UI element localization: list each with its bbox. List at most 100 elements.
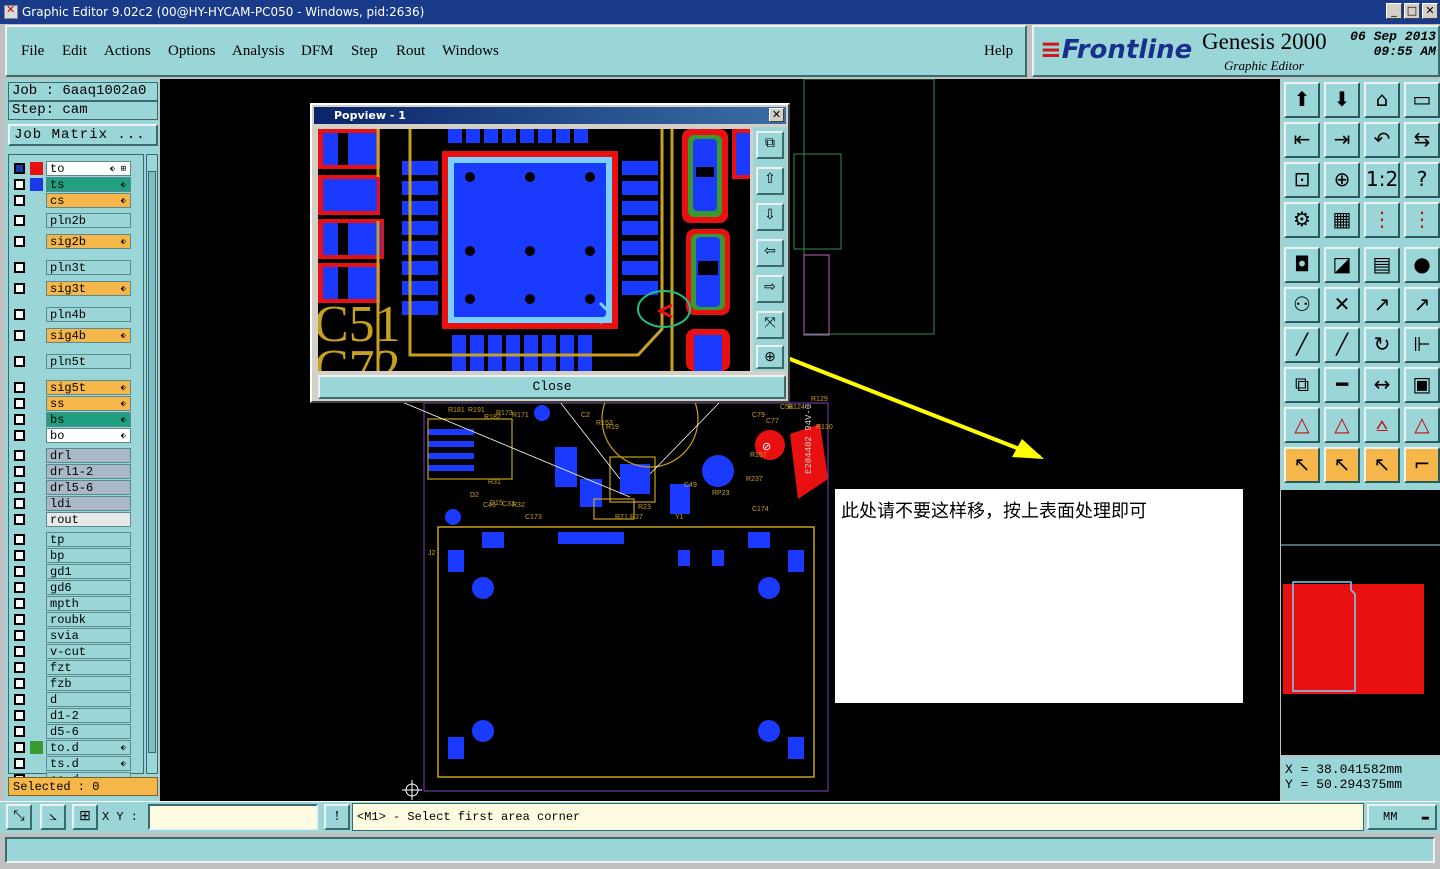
pointer-select-icon[interactable]: ↖ <box>1324 447 1360 483</box>
layer-row[interactable]: ldi <box>9 496 145 511</box>
job-matrix-button[interactable]: Job Matrix ... <box>8 124 158 146</box>
layer-checkbox[interactable] <box>14 534 25 545</box>
layer-checkbox[interactable] <box>14 514 25 525</box>
pad-add-icon[interactable]: ↗ <box>1404 287 1440 323</box>
layer-name[interactable]: pln5t <box>46 354 131 369</box>
upload-icon[interactable]: ⬆ <box>1284 82 1320 118</box>
layer-checkbox[interactable] <box>14 710 25 721</box>
menu-actions[interactable]: Actions <box>104 43 151 60</box>
layer-checkbox[interactable] <box>14 550 25 561</box>
scale-icon[interactable]: 1:2 <box>1364 162 1400 198</box>
layer-name[interactable]: gd6 <box>46 580 131 595</box>
layer-row[interactable]: svia <box>9 628 145 643</box>
frame-icon[interactable]: ▭ <box>1404 82 1440 118</box>
layer-name[interactable]: roubk <box>46 612 131 627</box>
layer-row[interactable]: to ⬖ ⊞ <box>9 161 145 176</box>
layer-checkbox[interactable] <box>14 163 25 174</box>
fit-icon[interactable]: ⊡ <box>1284 162 1320 198</box>
layer-checkbox[interactable] <box>14 398 25 409</box>
layer-row[interactable]: gd6 <box>9 580 145 595</box>
rotate-icon[interactable]: ↻ <box>1364 327 1400 363</box>
layer-name[interactable]: cs ⬖ <box>46 193 131 208</box>
layer-checkbox[interactable] <box>14 430 25 441</box>
triangle-red-icon[interactable]: △ <box>1284 407 1320 443</box>
move-icon[interactable]: ⧉ <box>1284 367 1320 403</box>
split-icon[interactable]: ⊩ <box>1404 327 1440 363</box>
color-edit-icon[interactable]: ◪ <box>1324 247 1360 283</box>
layer-name[interactable]: fzt <box>46 660 131 675</box>
netlist-icon[interactable]: ⚇ <box>1284 287 1320 323</box>
layer-checkbox[interactable] <box>14 309 25 320</box>
feature-select-icon[interactable]: ◘ <box>1284 247 1320 283</box>
layer-row[interactable]: d <box>9 692 145 707</box>
popview-zoom-window-icon[interactable]: ⧉ <box>756 131 784 159</box>
layer-name[interactable]: pln2b <box>46 213 131 228</box>
menu-file[interactable]: File <box>21 43 44 60</box>
layer-checkbox[interactable] <box>14 195 25 206</box>
layer-name[interactable]: svia <box>46 628 131 643</box>
zoom-center-icon[interactable]: ⊕ <box>1324 162 1360 198</box>
layer-checkbox[interactable] <box>14 598 25 609</box>
layer-row[interactable]: ts.d ⬖ <box>9 756 145 771</box>
settings-icon[interactable]: ⚙ <box>1284 202 1320 238</box>
layer-checkbox[interactable] <box>14 330 25 341</box>
layer-row[interactable]: pln5t <box>9 354 145 369</box>
popview-pan-right-icon[interactable]: ⇨ <box>756 275 784 303</box>
layer-name[interactable]: gd1 <box>46 564 131 579</box>
layer-checkbox[interactable] <box>14 262 25 273</box>
layer-name[interactable]: to.d ⬖ <box>46 740 131 755</box>
layer-row[interactable]: tp <box>9 532 145 547</box>
layer-row[interactable]: bs ⬖ <box>9 412 145 427</box>
layer-checkbox[interactable] <box>14 758 25 769</box>
layer-name[interactable]: pln3t <box>46 260 131 275</box>
layer-name[interactable]: sig5t ⬖ <box>46 380 131 395</box>
info-icon[interactable]: ! <box>324 804 350 830</box>
line-add-icon[interactable]: ↗ <box>1364 287 1400 323</box>
layer-name[interactable]: ldi <box>46 496 131 511</box>
layer-row[interactable]: bo ⬖ <box>9 428 145 443</box>
layer-row[interactable]: to.d ⬖ <box>9 740 145 755</box>
layer-row[interactable]: fzb <box>9 676 145 691</box>
layers-red-icon[interactable]: ⋮ <box>1364 202 1400 238</box>
close-window-button[interactable]: ✕ <box>1422 3 1438 19</box>
layer-name[interactable]: d5-6 <box>46 724 131 739</box>
layer-checkbox[interactable] <box>14 414 25 425</box>
menu-dfm[interactable]: DFM <box>301 43 334 60</box>
layer-checkbox[interactable] <box>14 630 25 641</box>
scrollbar-thumb[interactable] <box>148 171 156 753</box>
import-icon[interactable]: ⇤ <box>1284 122 1320 158</box>
layer-checkbox[interactable] <box>14 482 25 493</box>
layer-row[interactable]: drl5-6 <box>9 480 145 495</box>
menu-edit[interactable]: Edit <box>62 43 87 60</box>
compare-icon[interactable]: ⇆ <box>1404 122 1440 158</box>
layer-row[interactable]: pln2b <box>9 213 145 228</box>
layer-row[interactable]: roubk <box>9 612 145 627</box>
layer-checkbox[interactable] <box>14 498 25 509</box>
layer-checkbox[interactable] <box>14 382 25 393</box>
layer-row[interactable]: gd1 <box>9 564 145 579</box>
layer-name[interactable]: sig3t ⬖ <box>46 281 131 296</box>
popview-pan-down-icon[interactable]: ⇩ <box>756 203 784 231</box>
layer-name[interactable]: d <box>46 692 131 707</box>
layer-row[interactable]: drl1-2 <box>9 464 145 479</box>
layer-name[interactable]: ts ⬖ <box>46 177 131 192</box>
shape-icon[interactable]: ▣ <box>1404 367 1440 403</box>
pointer-rotate-icon[interactable]: ↖ <box>1364 447 1400 483</box>
layer-name[interactable]: d1-2 <box>46 708 131 723</box>
layer-row[interactable]: pln4b <box>9 307 145 322</box>
menu-options[interactable]: Options <box>168 43 216 60</box>
step-icon[interactable]: ⌐ <box>1404 447 1440 483</box>
layer-name[interactable]: sig2b ⬖ <box>46 234 131 249</box>
layer-color-swatch[interactable] <box>30 741 43 754</box>
layer-row[interactable]: fzt <box>9 660 145 675</box>
popview-close-button[interactable]: Close <box>318 375 786 399</box>
layer-name[interactable]: sig4b ⬖ <box>46 328 131 343</box>
popview-viewport[interactable]: C51 C72 <box>318 129 750 371</box>
units-select[interactable]: MM ▬ <box>1367 804 1437 830</box>
layer-checkbox[interactable] <box>14 614 25 625</box>
range-icon[interactable]: ↔ <box>1364 367 1400 403</box>
mini-map[interactable] <box>1281 489 1440 755</box>
export-icon[interactable]: ⇥ <box>1324 122 1360 158</box>
layer-name[interactable]: ts.d ⬖ <box>46 756 131 771</box>
layer-name[interactable]: drl1-2 <box>46 464 131 479</box>
